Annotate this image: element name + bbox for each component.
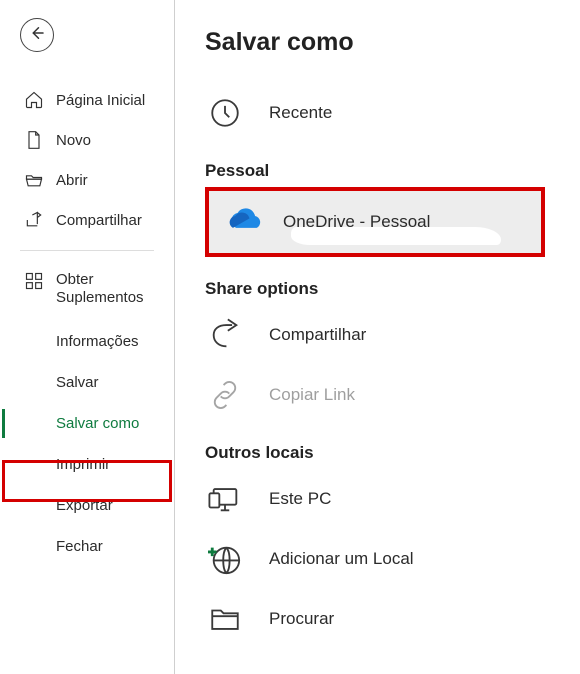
row-label: Este PC xyxy=(269,489,331,509)
folder-icon xyxy=(205,599,245,639)
nav-label: Abrir xyxy=(56,172,88,189)
section-pessoal: Pessoal xyxy=(205,161,570,181)
main-panel: Salvar como Recente Pessoal OneDrive - P… xyxy=(175,0,580,674)
sidebar-divider xyxy=(20,250,154,251)
onedrive-icon xyxy=(225,207,263,238)
nav-label: Compartilhar xyxy=(56,212,142,229)
nav-new[interactable]: Novo xyxy=(0,120,174,160)
arrow-left-icon xyxy=(28,24,46,47)
redacted-email xyxy=(291,227,501,245)
share-arrow-icon xyxy=(205,315,245,355)
home-icon xyxy=(24,90,44,110)
row-label: Recente xyxy=(269,103,332,123)
clock-icon xyxy=(205,93,245,133)
row-label: Adicionar um Local xyxy=(269,549,414,569)
globe-plus-icon xyxy=(205,539,245,579)
nav-home[interactable]: Página Inicial xyxy=(0,80,174,120)
subnav-info[interactable]: Informações xyxy=(0,321,174,362)
nav-addins[interactable]: Obter Suplementos xyxy=(0,261,174,317)
share-icon xyxy=(24,210,44,230)
action-browse[interactable]: Procurar xyxy=(205,589,570,649)
backstage-sidebar: Página Inicial Novo Abrir Compartilhar xyxy=(0,0,175,674)
action-add-place[interactable]: Adicionar um Local xyxy=(205,529,570,589)
subnav-save-as[interactable]: Salvar como xyxy=(0,403,174,444)
row-label: Compartilhar xyxy=(269,325,366,345)
nav-label: Novo xyxy=(56,132,91,149)
grid-icon xyxy=(24,271,44,291)
page-title: Salvar como xyxy=(205,28,570,57)
action-copy-link: Copiar Link xyxy=(205,365,570,425)
section-outros-locais: Outros locais xyxy=(205,443,570,463)
location-recent[interactable]: Recente xyxy=(205,83,570,143)
location-this-pc[interactable]: Este PC xyxy=(205,469,570,529)
document-icon xyxy=(24,130,44,150)
folder-open-icon xyxy=(24,170,44,190)
action-share[interactable]: Compartilhar xyxy=(205,305,570,365)
subnav-save[interactable]: Salvar xyxy=(0,362,174,403)
row-label: Copiar Link xyxy=(269,385,355,405)
nav-label: Obter Suplementos xyxy=(56,271,174,307)
nav-label: Página Inicial xyxy=(56,92,145,109)
monitor-icon xyxy=(205,479,245,519)
location-onedrive-personal[interactable]: OneDrive - Pessoal xyxy=(205,187,545,257)
subnav-close[interactable]: Fechar xyxy=(0,526,174,567)
subnav-print[interactable]: Imprimir xyxy=(0,444,174,485)
section-share-options: Share options xyxy=(205,279,570,299)
subnav-export[interactable]: Exportar xyxy=(0,485,174,526)
back-button[interactable] xyxy=(20,18,54,52)
nav-open[interactable]: Abrir xyxy=(0,160,174,200)
row-label: Procurar xyxy=(269,609,334,629)
link-icon xyxy=(205,375,245,415)
nav-share[interactable]: Compartilhar xyxy=(0,200,174,240)
